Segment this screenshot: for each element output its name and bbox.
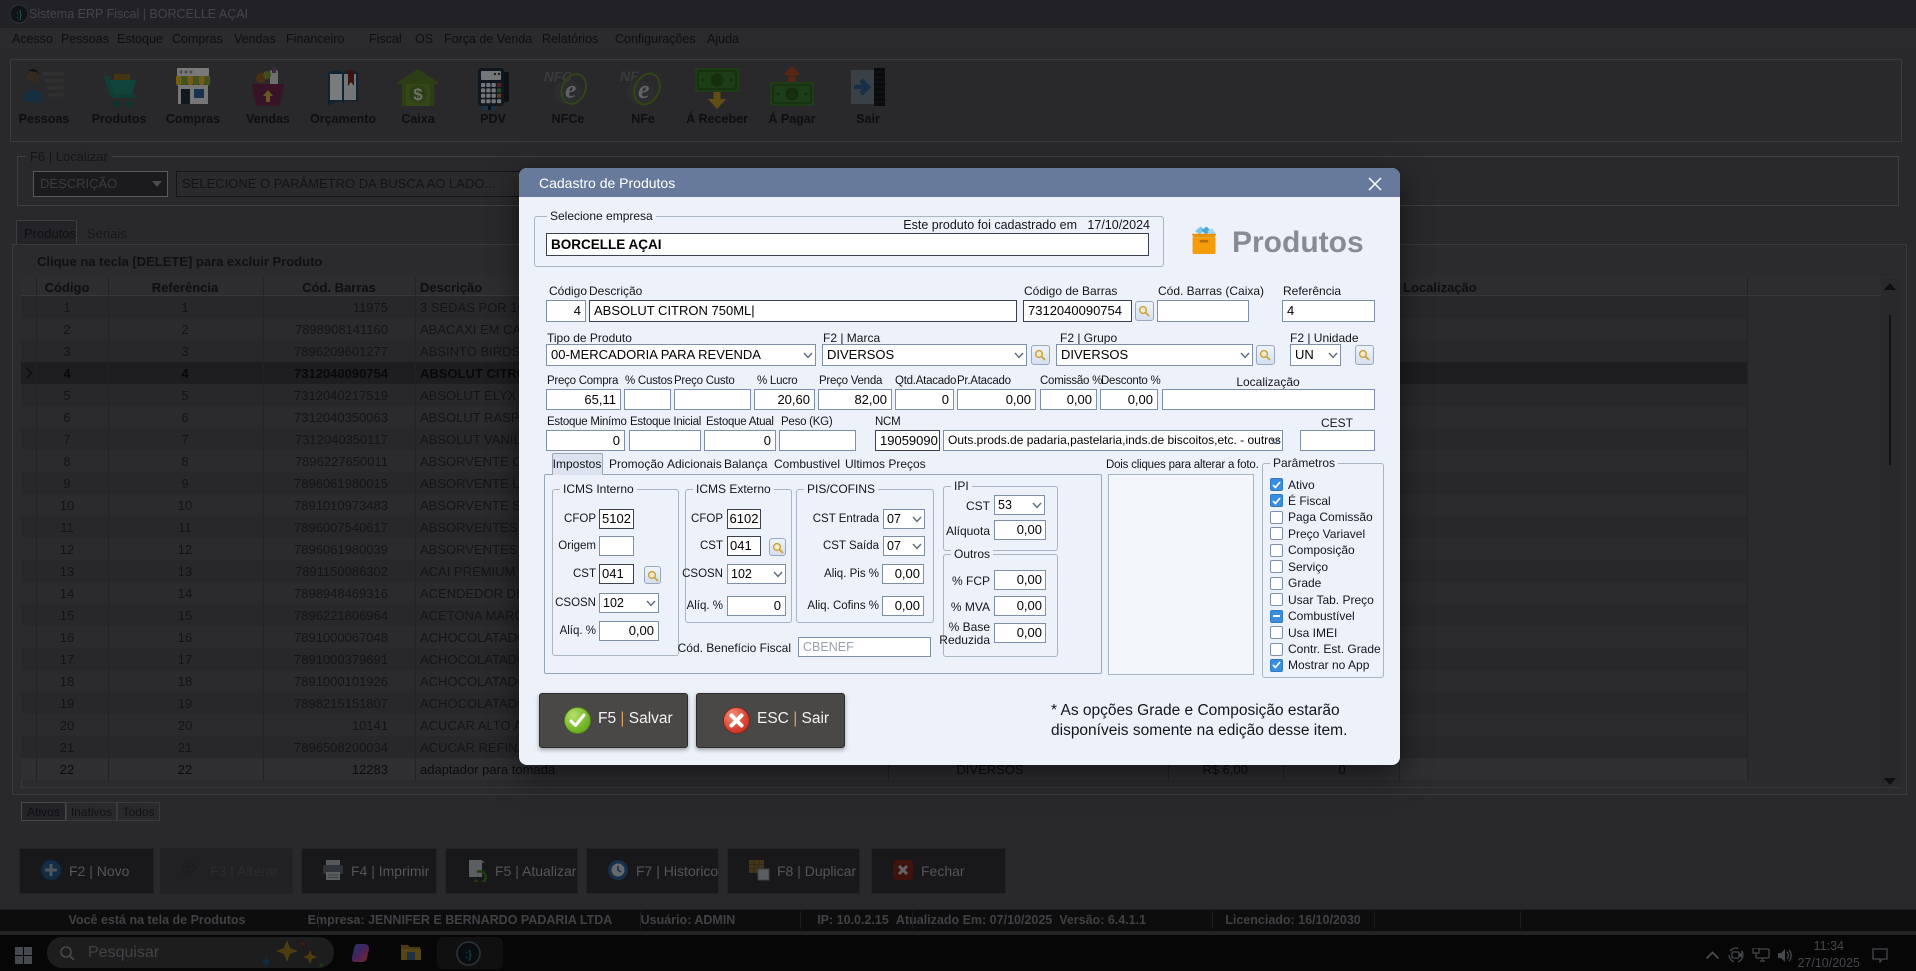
svg-text::}: :} [465, 949, 472, 961]
svg-text:e: e [638, 75, 650, 104]
svg-text:e: e [565, 77, 576, 104]
svg-text:$: $ [413, 85, 423, 104]
svg-text::}: :} [16, 10, 23, 21]
